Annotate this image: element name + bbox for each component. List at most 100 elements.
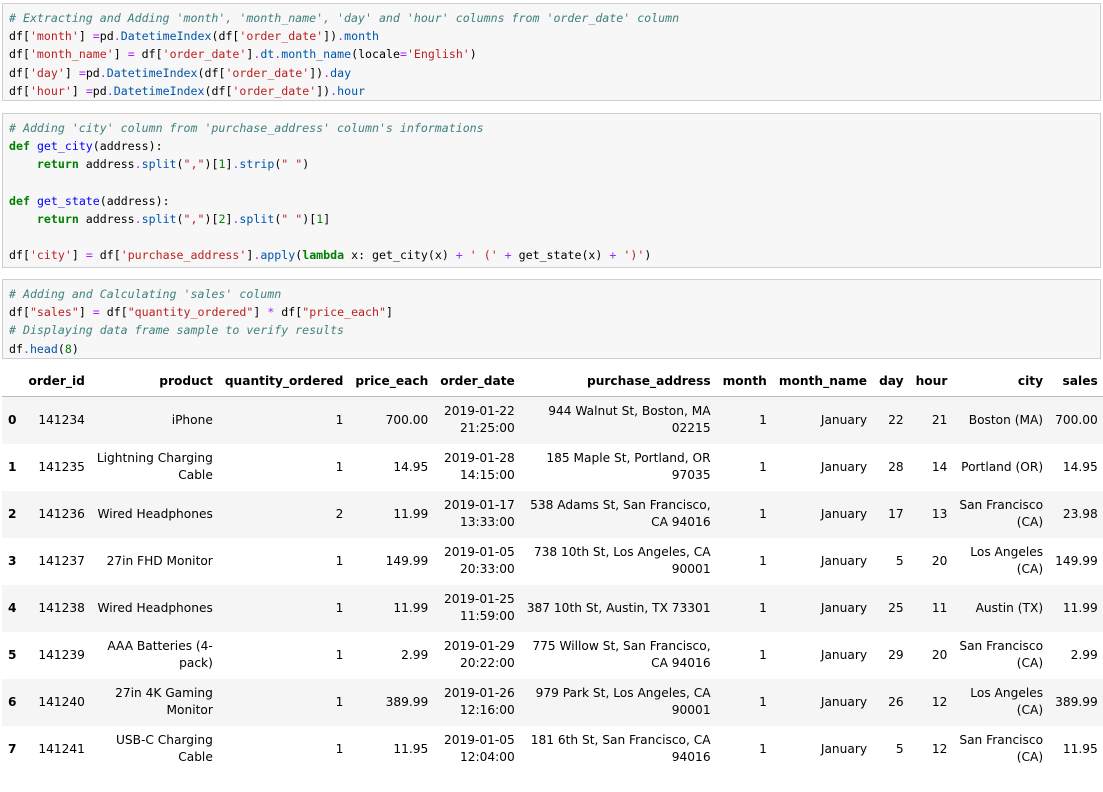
code-token: get_city xyxy=(36,139,93,154)
code-token: )[ xyxy=(204,157,219,172)
cell-text: 25 xyxy=(888,600,904,615)
code-token: ) xyxy=(469,47,477,62)
code-editor[interactable]: # Adding and Calculating 'sales' column … xyxy=(3,280,1100,358)
cell-text: 11 xyxy=(931,600,948,615)
cell-text: 11.95 xyxy=(393,741,429,756)
cell-text: AAA Batteries (4- xyxy=(107,639,213,653)
code-token: = xyxy=(78,65,86,80)
code-token: pd xyxy=(85,65,100,80)
table-cell: 11.95 xyxy=(349,726,434,773)
table-row: 1 141235 Lightning Charging Cable 1 14.95 2019… xyxy=(2,444,1103,491)
code-token: . xyxy=(22,341,30,356)
code-token: 'city' xyxy=(29,248,72,263)
row-index: 6 xyxy=(8,695,17,709)
code-token: df[ xyxy=(9,47,30,62)
table-cell: January xyxy=(773,491,873,538)
code-cell-extract-date-parts[interactable]: # Extracting and Adding 'month', 'month_… xyxy=(2,3,1101,101)
cell-text: 21 xyxy=(931,412,948,427)
cell-text: San Francisco xyxy=(959,639,1044,653)
code-line: df['hour'] =pd.DatetimeIndex(df['order_d… xyxy=(9,84,365,98)
table-header-row: order_id product quantity_ordered price_eac… xyxy=(2,365,1103,397)
row-index: 7 xyxy=(8,742,17,756)
table-row: 0 141234 iPhone 1 700.00 2019-01-22 21:25:00 94… xyxy=(2,396,1103,444)
code-token: (df[ xyxy=(204,83,233,98)
table-cell: 141239 xyxy=(22,632,90,679)
cell-text: 20:22:00 xyxy=(460,656,515,670)
table-cell: San Francisco (CA) xyxy=(953,726,1049,773)
table-cell: 1 xyxy=(717,679,773,726)
table-cell: 141238 xyxy=(22,585,90,632)
row-index: 2 xyxy=(8,507,17,521)
code-cell-add-sales[interactable]: # Adding and Calculating 'sales' column … xyxy=(2,279,1101,359)
code-editor[interactable]: # Adding 'city' column from 'purchase_ad… xyxy=(3,114,1100,265)
table-cell: 141234 xyxy=(22,397,90,444)
code-line: # Adding 'city' column from 'purchase_ad… xyxy=(9,121,484,135)
table-cell: 12 xyxy=(910,679,954,726)
code-token: (df[ xyxy=(197,65,226,80)
table-cell: 2019-01-29 20:22:00 xyxy=(434,632,521,679)
code-token: ]) xyxy=(309,65,324,80)
code-line: def get_state(address): xyxy=(9,194,170,208)
table-cell: 2019-01-05 20:33:00 xyxy=(434,538,521,585)
code-token: ]) xyxy=(316,83,331,98)
cell-text: January xyxy=(820,694,868,709)
table-cell: Portland (OR) xyxy=(953,444,1049,491)
cell-text: Portland (OR) xyxy=(961,459,1044,474)
code-cell-add-city[interactable]: # Adding 'city' column from 'purchase_ad… xyxy=(2,113,1101,268)
cell-text: 14 xyxy=(931,459,948,474)
code-token: "," xyxy=(183,212,205,227)
cell-text: 141237 xyxy=(38,553,85,568)
table-cell: 1 xyxy=(219,538,350,585)
cell-text: 2019-01-29 xyxy=(443,639,515,653)
code-line: df['day'] =pd.DatetimeIndex(df['order_da… xyxy=(9,66,351,80)
code-token: df[ xyxy=(9,65,30,80)
code-editor[interactable]: # Extracting and Adding 'month', 'month_… xyxy=(3,4,1100,100)
cell-text: 20:33:00 xyxy=(460,562,515,576)
code-token: ) xyxy=(302,157,310,172)
code-token: ] xyxy=(78,29,93,44)
code-token: def xyxy=(9,139,30,154)
column-header: month_name xyxy=(778,373,868,388)
code-token: df[ xyxy=(99,305,128,320)
code-token: df xyxy=(9,341,23,356)
code-token: ] xyxy=(323,212,331,227)
table-cell: AAA Batteries (4- pack) xyxy=(91,632,219,679)
cell-text: 389.99 xyxy=(385,694,429,709)
table-cell: Los Angeles (CA) xyxy=(953,679,1049,726)
cell-text: 94016 xyxy=(671,750,711,764)
cell-text: 2019-01-05 xyxy=(443,733,515,747)
code-line: return address.split(",")[1].strip(" ") xyxy=(9,157,309,171)
row-index: 5 xyxy=(8,648,17,662)
cell-text: 12 xyxy=(931,694,948,709)
cell-text: 2.99 xyxy=(401,647,429,662)
table-row: 7 141241 USB-C Charging Cable 1 11.95 2019-01-… xyxy=(2,726,1103,773)
code-token: get_state xyxy=(36,193,100,208)
cell-text: 2019-01-25 xyxy=(443,592,515,606)
cell-text: January xyxy=(820,647,868,662)
code-line: df.head(8) xyxy=(9,342,79,356)
cell-text: January xyxy=(820,506,868,521)
cell-text: 389.99 xyxy=(1055,694,1098,709)
column-header: order_date xyxy=(440,373,515,388)
row-index: 0 xyxy=(8,413,17,428)
code-token: ]) xyxy=(323,29,338,44)
code-token: "price_each" xyxy=(302,305,386,320)
cell-text: 185 Maple St, Portland, OR xyxy=(546,451,711,465)
code-token: ( xyxy=(176,157,184,172)
column-header: order_id xyxy=(28,373,85,388)
code-token: ] xyxy=(64,65,79,80)
cell-text: 141240 xyxy=(38,694,85,709)
code-token: get_state(x) xyxy=(511,248,610,263)
code-token: (address): xyxy=(92,139,163,154)
cell-text: 2019-01-05 xyxy=(443,545,515,559)
code-line: df['city'] = df['purchase_address'].appl… xyxy=(9,248,651,262)
column-header: month xyxy=(722,373,767,388)
cell-text: 2019-01-22 xyxy=(443,404,515,419)
column-header: price_each xyxy=(355,373,429,388)
cell-text: 1 xyxy=(759,506,767,521)
cell-text: 5 xyxy=(895,741,904,756)
code-token: df[ xyxy=(274,305,303,320)
cell-text: 20 xyxy=(931,553,948,568)
